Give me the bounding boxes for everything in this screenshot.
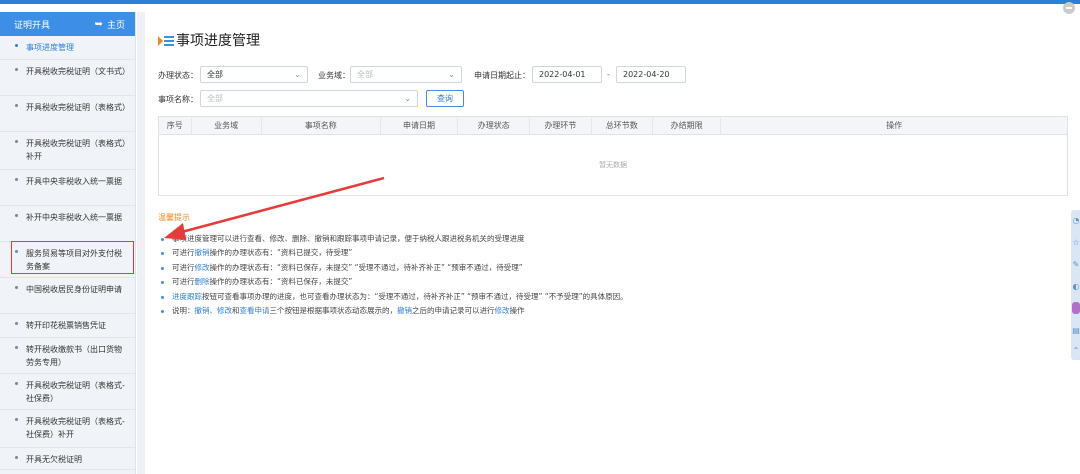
annotation-arrow-icon [164, 176, 385, 240]
